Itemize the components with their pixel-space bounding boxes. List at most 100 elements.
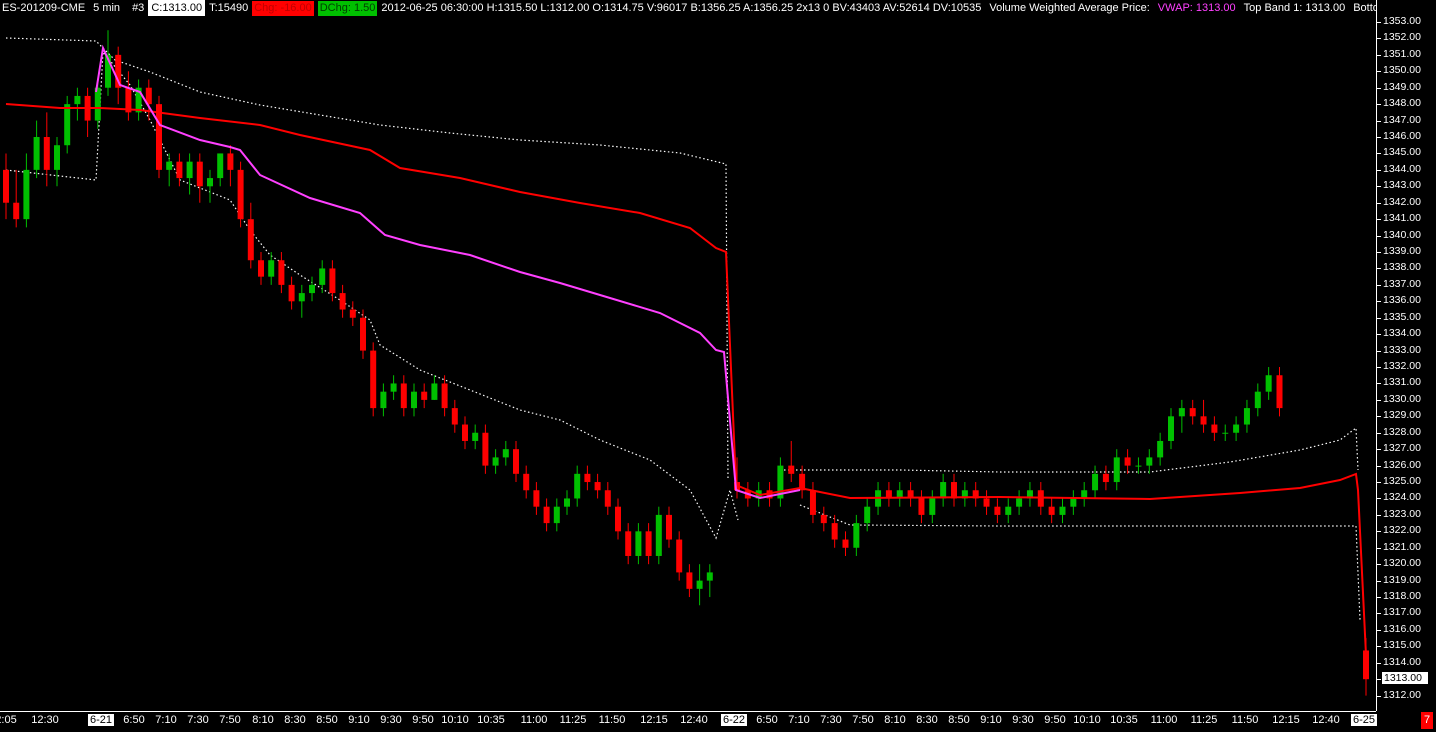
candle-body[interactable] [258,260,264,277]
candle-body[interactable] [1059,506,1066,515]
candle-body[interactable] [564,498,570,507]
candle-body[interactable] [370,350,377,409]
price-axis[interactable]: 1353.00 1352.00 1351.00 1350.00 1349.00 1348.… [1376,0,1436,711]
candle-body[interactable] [1135,465,1142,467]
candle-body[interactable] [166,161,173,170]
candle-body[interactable] [390,383,397,392]
candle-body[interactable] [319,268,326,285]
candle-body[interactable] [1157,440,1164,458]
candle-body[interactable] [809,490,816,515]
candle-body[interactable] [604,490,611,507]
candle-body[interactable] [1070,498,1077,507]
candle-body[interactable] [502,449,509,458]
candle-body[interactable] [278,260,285,285]
candle-body[interactable] [788,465,795,474]
candle-body[interactable] [3,169,9,203]
candle-body[interactable] [288,284,295,302]
candle-body[interactable] [951,482,957,499]
candle-body[interactable] [706,572,713,581]
candle-body[interactable] [339,293,346,310]
candle-body[interactable] [929,498,936,515]
candle-body[interactable] [1124,457,1131,466]
candle-body[interactable] [864,506,871,524]
candle-body[interactable] [1016,498,1023,507]
candle-body[interactable] [217,153,224,179]
candle-body[interactable] [1178,408,1185,417]
candle-body[interactable] [54,145,60,170]
candle-body[interactable] [74,95,81,105]
candle-body[interactable] [64,104,71,146]
candle-body[interactable] [696,580,703,589]
candle-body[interactable] [462,424,468,441]
candle-body[interactable] [472,432,479,441]
candle-body[interactable] [400,383,407,409]
candle-body[interactable] [13,202,20,220]
corner-indicator[interactable]: 7 [1421,712,1433,729]
candle-body[interactable] [853,523,860,548]
candle-body[interactable] [186,161,193,179]
candle-body[interactable] [615,506,621,532]
candle-body[interactable] [329,268,336,294]
price-chart[interactable] [0,0,1376,711]
candle-body[interactable] [1276,375,1283,409]
candle-body[interactable] [298,293,305,302]
candle-body[interactable] [23,169,30,220]
candle-body[interactable] [1211,424,1218,433]
candle-body[interactable] [594,482,601,491]
candle-body[interactable] [842,539,849,548]
candle-body[interactable] [553,506,560,524]
candle-body[interactable] [1048,506,1055,515]
candle-body[interactable] [1243,408,1250,425]
candle-body[interactable] [349,309,356,318]
candle-body[interactable] [247,219,254,261]
candle-body[interactable] [1222,432,1229,434]
candle-body[interactable] [431,383,438,400]
candle-body[interactable] [1233,424,1240,433]
candle-body[interactable] [1189,408,1196,417]
candle-body[interactable] [666,514,672,540]
candle-body[interactable] [983,498,990,507]
candle-body[interactable] [1005,506,1012,515]
candle-body[interactable] [360,317,366,351]
candle-body[interactable] [421,391,428,400]
candle-body[interactable] [1265,375,1272,392]
candle-body[interactable] [523,473,530,491]
candle-body[interactable] [1113,457,1120,483]
candle-body[interactable] [196,161,203,187]
candle-body[interactable] [533,490,540,507]
candle-body[interactable] [635,531,642,556]
candle-body[interactable] [1200,416,1207,425]
candle-body[interactable] [237,169,244,220]
candle-body[interactable] [268,260,275,277]
candle-body[interactable] [584,473,591,483]
candle-body[interactable] [686,572,693,589]
candle-body[interactable] [156,104,162,170]
candle-body[interactable] [43,137,50,170]
candle-body[interactable] [574,473,581,499]
time-axis[interactable]: 2:05 12:30 6-21 6:50 7:10 7:30 7:50 8:10 8:30 8:5… [0,711,1378,732]
candle-body[interactable] [676,539,683,573]
candle-body[interactable] [176,161,183,179]
candle-body[interactable] [207,178,213,187]
candle-body[interactable] [227,153,234,170]
candle-body[interactable] [411,391,417,409]
candle-body[interactable] [492,457,499,466]
candle-body[interactable] [645,531,652,556]
candle-body[interactable] [380,391,387,409]
candle-body[interactable] [1254,391,1261,409]
candle-body[interactable] [482,432,489,466]
candle-body[interactable] [33,137,40,170]
candle-body[interactable] [513,449,519,474]
candle-body[interactable] [1092,473,1099,491]
candle-body[interactable] [1168,416,1174,441]
candle-body[interactable] [441,383,448,409]
candle-body[interactable] [918,498,925,515]
candle-body[interactable] [994,506,1001,515]
candle-body[interactable] [1146,457,1153,466]
candle-body[interactable] [309,284,315,294]
candle-body[interactable] [1102,473,1109,483]
candle-body[interactable] [543,506,550,524]
candle-body[interactable] [625,531,632,556]
candle-body[interactable] [94,87,101,121]
candle-body[interactable] [940,482,947,499]
